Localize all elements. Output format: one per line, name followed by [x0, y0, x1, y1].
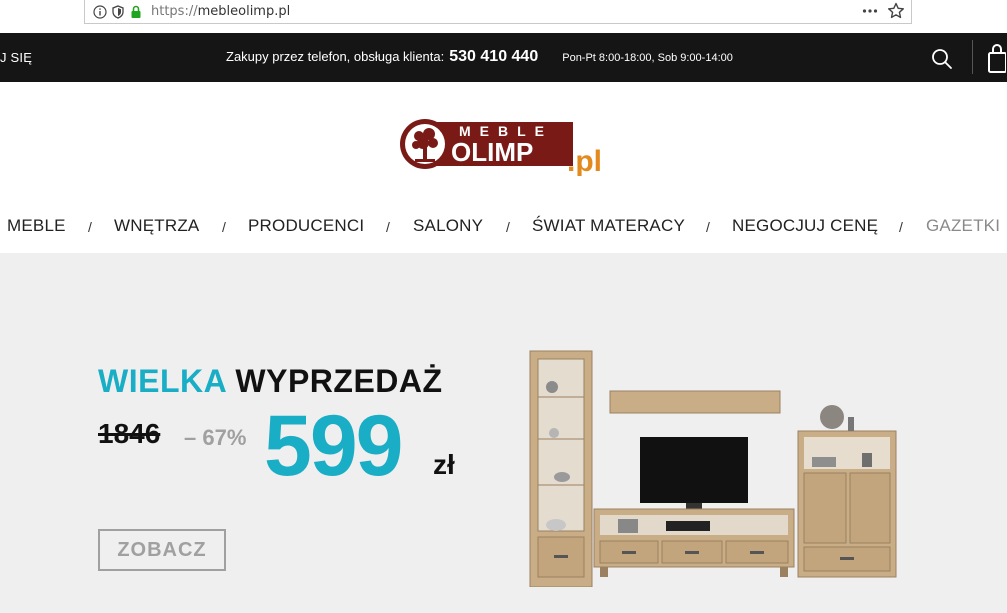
nav-separator: / — [706, 219, 710, 235]
nav-separator: / — [222, 219, 226, 235]
main-nav: MEBLE / WNĘTRZA / PRODUCENCI / SALONY / … — [0, 204, 1007, 248]
nav-item-salony[interactable]: SALONY — [413, 216, 483, 236]
nav-separator: / — [899, 219, 903, 235]
furniture-image — [529, 350, 897, 587]
nav-separator: / — [88, 219, 92, 235]
nav-item-meble[interactable]: MEBLE — [7, 216, 66, 236]
url-text[interactable]: https://mebleolimp.pl — [151, 4, 290, 19]
url-host: mebleolimp.pl — [197, 4, 291, 19]
lock-icon[interactable] — [127, 3, 145, 21]
nav-item-gazetki[interactable]: GAZETKI — [926, 216, 1000, 236]
currency: zł — [433, 449, 455, 480]
url-bar-actions — [861, 2, 905, 25]
old-price: 1846 — [98, 418, 161, 449]
page: https://mebleolimp.pl J SIĘ Zakupy przez… — [0, 0, 1007, 613]
phone-label: Zakupy przez telefon, obsługa klienta: — [226, 49, 445, 64]
headline-accent: WIELKA — [98, 363, 227, 399]
phone-info: Zakupy przez telefon, obsługa klienta: 5… — [226, 48, 733, 66]
logo-text-olimp: OLIMP — [451, 137, 533, 167]
sale-price: 599 — [264, 398, 403, 494]
logo-text-pl: .pl — [567, 145, 602, 176]
nav-item-swiat-materacy[interactable]: ŚWIAT MATERACY — [532, 216, 685, 236]
phone-number[interactable]: 530 410 440 — [449, 48, 538, 66]
zobacz-button[interactable]: ZOBACZ — [98, 529, 226, 571]
nav-separator: / — [386, 219, 390, 235]
hero-banner[interactable]: WIELKA WYPRZEDAŻ 1846 – 67% 599 zł ZOBAC… — [0, 253, 1007, 613]
login-link[interactable]: J SIĘ — [0, 50, 32, 65]
more-icon[interactable] — [861, 2, 879, 25]
shield-icon[interactable] — [109, 3, 127, 21]
top-bar: J SIĘ Zakupy przez telefon, obsługa klie… — [0, 33, 1007, 82]
nav-item-producenci[interactable]: PRODUCENCI — [248, 216, 364, 236]
info-icon[interactable] — [91, 3, 109, 21]
nav-item-negocjuj-cene[interactable]: NEGOCJUJ CENĘ — [732, 216, 878, 236]
opening-hours: Pon-Pt 8:00-18:00, Sob 9:00-14:00 — [562, 52, 733, 64]
hero-headline: WIELKA WYPRZEDAŻ — [98, 363, 443, 400]
star-icon[interactable] — [887, 2, 905, 25]
site-logo[interactable]: MEBLE OLIMP .pl — [399, 114, 621, 178]
browser-url-bar[interactable]: https://mebleolimp.pl — [84, 0, 912, 24]
shopping-bag-icon[interactable] — [986, 43, 1007, 73]
headline-rest: WYPRZEDAŻ — [235, 363, 443, 399]
nav-item-wnetrza[interactable]: WNĘTRZA — [114, 216, 199, 236]
discount-badge: – 67% — [184, 425, 247, 450]
nav-separator: / — [506, 219, 510, 235]
search-icon[interactable] — [930, 47, 954, 71]
topbar-divider — [972, 40, 973, 74]
url-protocol: https:// — [151, 4, 198, 19]
